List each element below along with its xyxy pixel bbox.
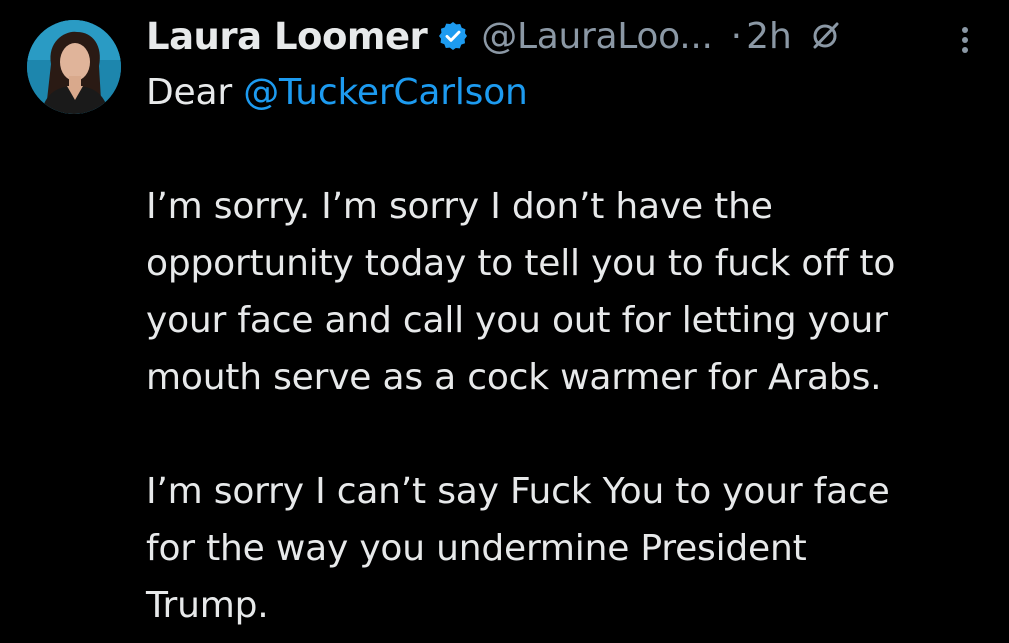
paragraph1-line: I’m sorry. I’m sorry I don’t have the bbox=[146, 186, 773, 227]
separator-dot: · bbox=[730, 15, 743, 57]
display-name[interactable]: Laura Loomer bbox=[146, 15, 428, 58]
more-vertical-icon[interactable] bbox=[953, 20, 977, 60]
avatar-image bbox=[27, 20, 121, 114]
handle[interactable]: @LauraLoo... bbox=[481, 16, 713, 57]
timestamp[interactable]: 2h bbox=[746, 16, 792, 57]
paragraph1-line: your face and call you out for letting y… bbox=[146, 300, 888, 341]
avatar[interactable] bbox=[27, 20, 121, 114]
mention-link[interactable]: @TuckerCarlson bbox=[243, 72, 528, 113]
paragraph2-line: I’m sorry I can’t say Fuck You to your f… bbox=[146, 471, 890, 512]
paragraph2-line: Trump. bbox=[146, 585, 269, 626]
paragraph1-line: mouth serve as a cock warmer for Arabs. bbox=[146, 357, 882, 398]
greeting-line: Dear @TuckerCarlson bbox=[146, 64, 996, 121]
verified-badge-icon[interactable] bbox=[437, 20, 469, 52]
tweet-header: Laura Loomer @LauraLoo... · 2h bbox=[146, 12, 842, 60]
tweet-body: Dear @TuckerCarlson I’m sorry. I’m sorry… bbox=[146, 64, 996, 634]
paragraph1-line: opportunity today to tell you to fuck of… bbox=[146, 243, 896, 284]
edited-slash-icon[interactable] bbox=[808, 19, 842, 53]
paragraph2-line: for the way you undermine President bbox=[146, 528, 807, 569]
greeting-prefix: Dear bbox=[146, 72, 244, 113]
tweet[interactable]: Laura Loomer @LauraLoo... · 2h Dear @Tuc… bbox=[0, 0, 1009, 643]
